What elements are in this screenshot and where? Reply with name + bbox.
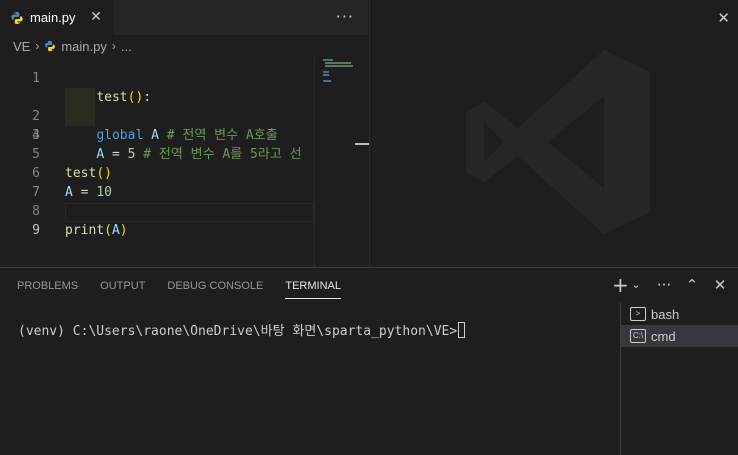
terminal-item-label: bash xyxy=(651,306,680,322)
code-line: 6 A = 10 xyxy=(0,145,314,200)
code-line: 7 xyxy=(0,164,314,200)
code-line: 3 A = 5 # 전역 변수 A를 5라고 선 xyxy=(0,88,314,162)
terminal-prompt: (venv) C:\Users\raone\OneDrive\바탕 화면\spa… xyxy=(18,324,458,339)
close-tab-icon[interactable]: ✕ xyxy=(88,9,104,25)
code-line: 8 print(A) xyxy=(0,183,314,238)
breadcrumb-folder[interactable]: VE xyxy=(13,39,30,54)
breadcrumb-file-label: main.py xyxy=(61,38,107,54)
bottom-panel: PROBLEMS OUTPUT DEBUG CONSOLE TERMINAL +… xyxy=(0,267,738,455)
maximize-panel-icon[interactable]: ⌃ xyxy=(684,276,700,294)
minimap-slider[interactable] xyxy=(355,143,369,145)
terminal-cmd-icon: C:\ xyxy=(630,329,646,343)
code-line: 1 def test(): xyxy=(0,57,314,105)
chevron-down-icon[interactable]: ⌄ xyxy=(628,276,644,294)
tab-main-py[interactable]: main.py ✕ xyxy=(0,0,113,35)
code-editor[interactable]: 1 def test(): 2 global A # 전역 변수 A호출 3 A… xyxy=(0,57,314,267)
code-line: 2 global A # 전역 변수 A호출 xyxy=(0,69,314,143)
breadcrumb-symbol[interactable]: ... xyxy=(121,39,132,54)
tab-label: main.py xyxy=(30,10,76,25)
python-file-icon xyxy=(44,40,56,52)
python-file-icon xyxy=(10,11,24,25)
more-actions-icon[interactable]: ··· xyxy=(656,276,672,294)
close-group-icon[interactable]: ✕ xyxy=(717,9,730,27)
line-number: 9 xyxy=(32,223,40,238)
terminal-item-bash[interactable]: > bash xyxy=(621,303,738,325)
tab-problems[interactable]: PROBLEMS xyxy=(17,268,78,304)
chevron-right-icon: › xyxy=(35,39,40,53)
terminal-cursor xyxy=(458,322,466,338)
terminal-bash-icon: > xyxy=(630,307,646,321)
code-line: 4 xyxy=(0,107,314,143)
close-panel-icon[interactable]: ✕ xyxy=(712,276,728,294)
terminal-output[interactable]: (venv) C:\Users\raone\OneDrive\바탕 화면\spa… xyxy=(18,320,466,339)
code-text: print(A) xyxy=(65,223,128,238)
minimap[interactable] xyxy=(314,57,369,267)
panel-actions: + ⌄ ··· ⌃ ✕ xyxy=(612,275,728,295)
breadcrumb: VE › main.py › ... xyxy=(0,35,368,57)
tab-output[interactable]: OUTPUT xyxy=(100,268,145,304)
code-line: 5 test() xyxy=(0,126,314,181)
more-actions-icon[interactable]: ··· xyxy=(336,7,354,26)
panel-tab-bar: PROBLEMS OUTPUT DEBUG CONSOLE TERMINAL xyxy=(0,268,363,304)
chevron-right-icon: › xyxy=(111,39,116,53)
editor-tab-bar: main.py ✕ ··· xyxy=(0,0,368,35)
terminal-item-label: cmd xyxy=(651,328,676,344)
vscode-logo-icon xyxy=(466,50,650,234)
empty-editor-group: ✕ xyxy=(369,0,738,267)
new-terminal-icon[interactable]: + xyxy=(612,275,629,295)
terminal-item-cmd[interactable]: C:\ cmd xyxy=(621,325,738,347)
terminal-list: > bash C:\ cmd xyxy=(620,303,738,455)
editor-group: main.py ✕ ··· VE › main.py › ... 1 def t… xyxy=(0,0,369,267)
tab-debug-console[interactable]: DEBUG CONSOLE xyxy=(167,268,263,304)
code-line: 9 xyxy=(0,202,314,238)
tab-terminal[interactable]: TERMINAL xyxy=(285,268,341,304)
breadcrumb-file[interactable]: main.py xyxy=(44,39,107,54)
